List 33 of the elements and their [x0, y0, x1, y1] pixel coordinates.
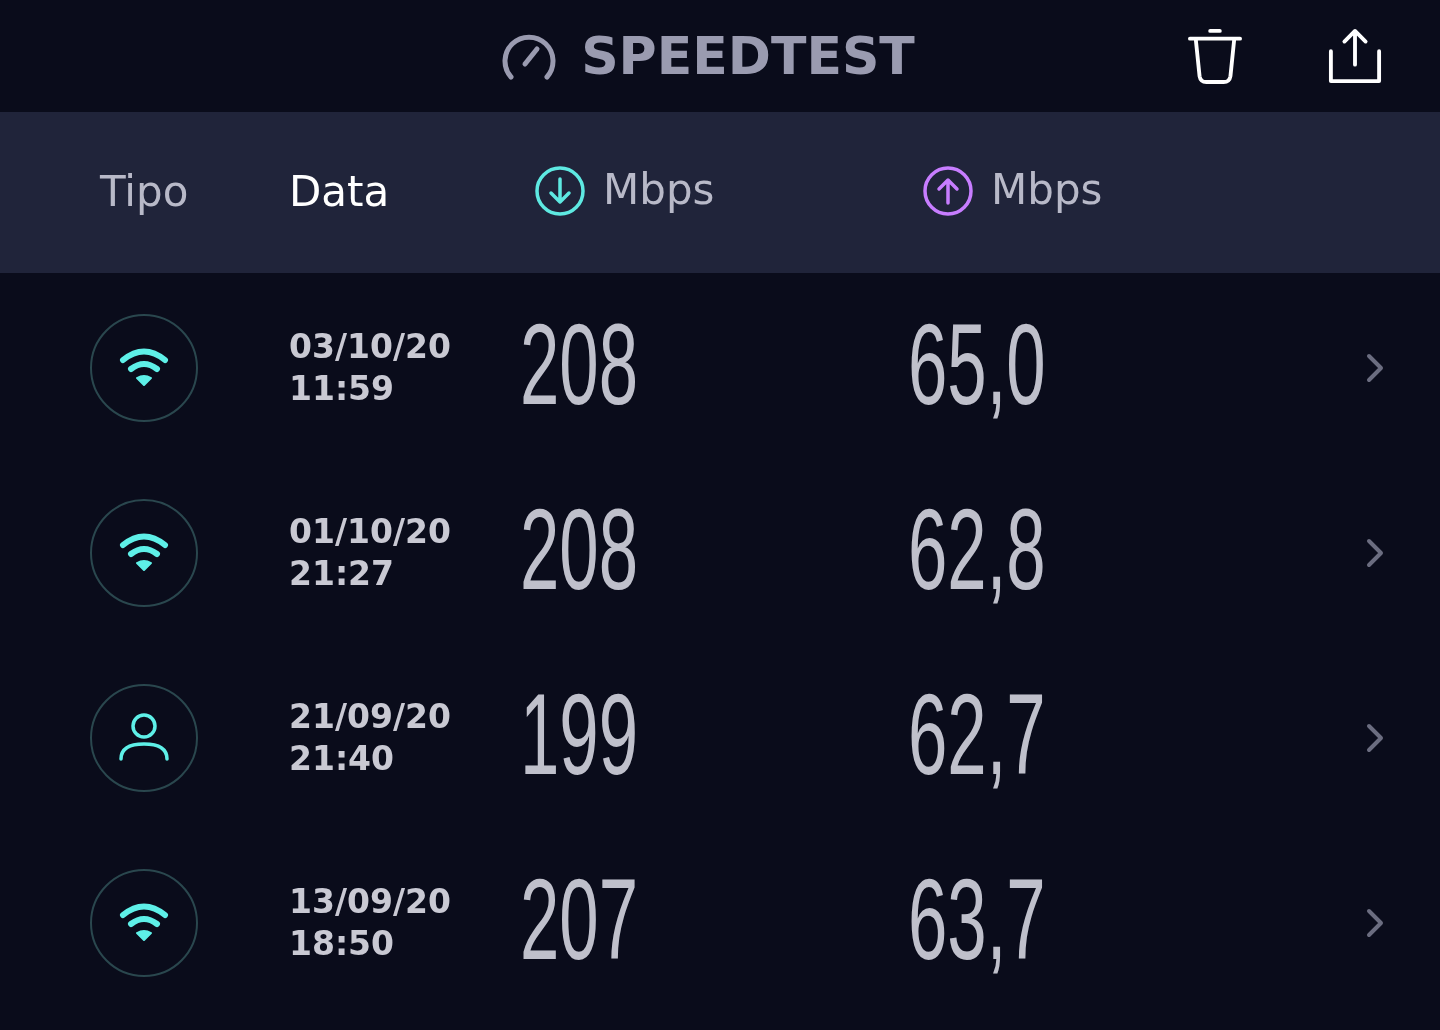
test-time: 11:59	[289, 367, 395, 410]
wifi-icon	[90, 498, 198, 607]
test-time: 18:50	[289, 922, 395, 965]
download-speed: 207	[520, 862, 638, 977]
chevron-right-icon	[1366, 352, 1384, 383]
person-icon	[90, 683, 198, 792]
wifi-icon	[90, 313, 198, 422]
column-sort-tab[interactable]: Tipo	[100, 167, 189, 218]
upload-speed: 63,7	[908, 862, 1046, 977]
upload-speed: 62,7	[908, 677, 1046, 792]
trash-icon	[1188, 27, 1242, 85]
download-speed: 208	[520, 492, 638, 607]
column-sort-tab[interactable]: Mbps	[535, 165, 715, 216]
upload-speed: 65,0	[908, 307, 1046, 422]
chevron-right-icon	[1366, 537, 1384, 568]
app-title: SPEEDTEST	[581, 30, 915, 82]
upload-speed: 62,8	[908, 492, 1046, 607]
column-sort-tab[interactable]: Mbps	[923, 165, 1103, 216]
test-date: 13/09/20	[289, 880, 451, 923]
test-time: 21:27	[289, 552, 395, 595]
test-time: 21:40	[289, 737, 395, 780]
column-sort-tab[interactable]: Data	[289, 167, 390, 218]
test-date: 01/10/20	[289, 510, 451, 553]
share-icon	[1328, 28, 1382, 84]
download-speed: 208	[520, 307, 638, 422]
share-button[interactable]	[1328, 28, 1382, 84]
chevron-right-icon	[1366, 907, 1384, 938]
test-date: 21/09/20	[289, 695, 451, 738]
wifi-icon	[90, 868, 198, 977]
chevron-right-icon	[1366, 722, 1384, 753]
delete-button[interactable]	[1188, 27, 1242, 85]
download-speed: 199	[520, 677, 638, 792]
test-date: 03/10/20	[289, 325, 451, 368]
